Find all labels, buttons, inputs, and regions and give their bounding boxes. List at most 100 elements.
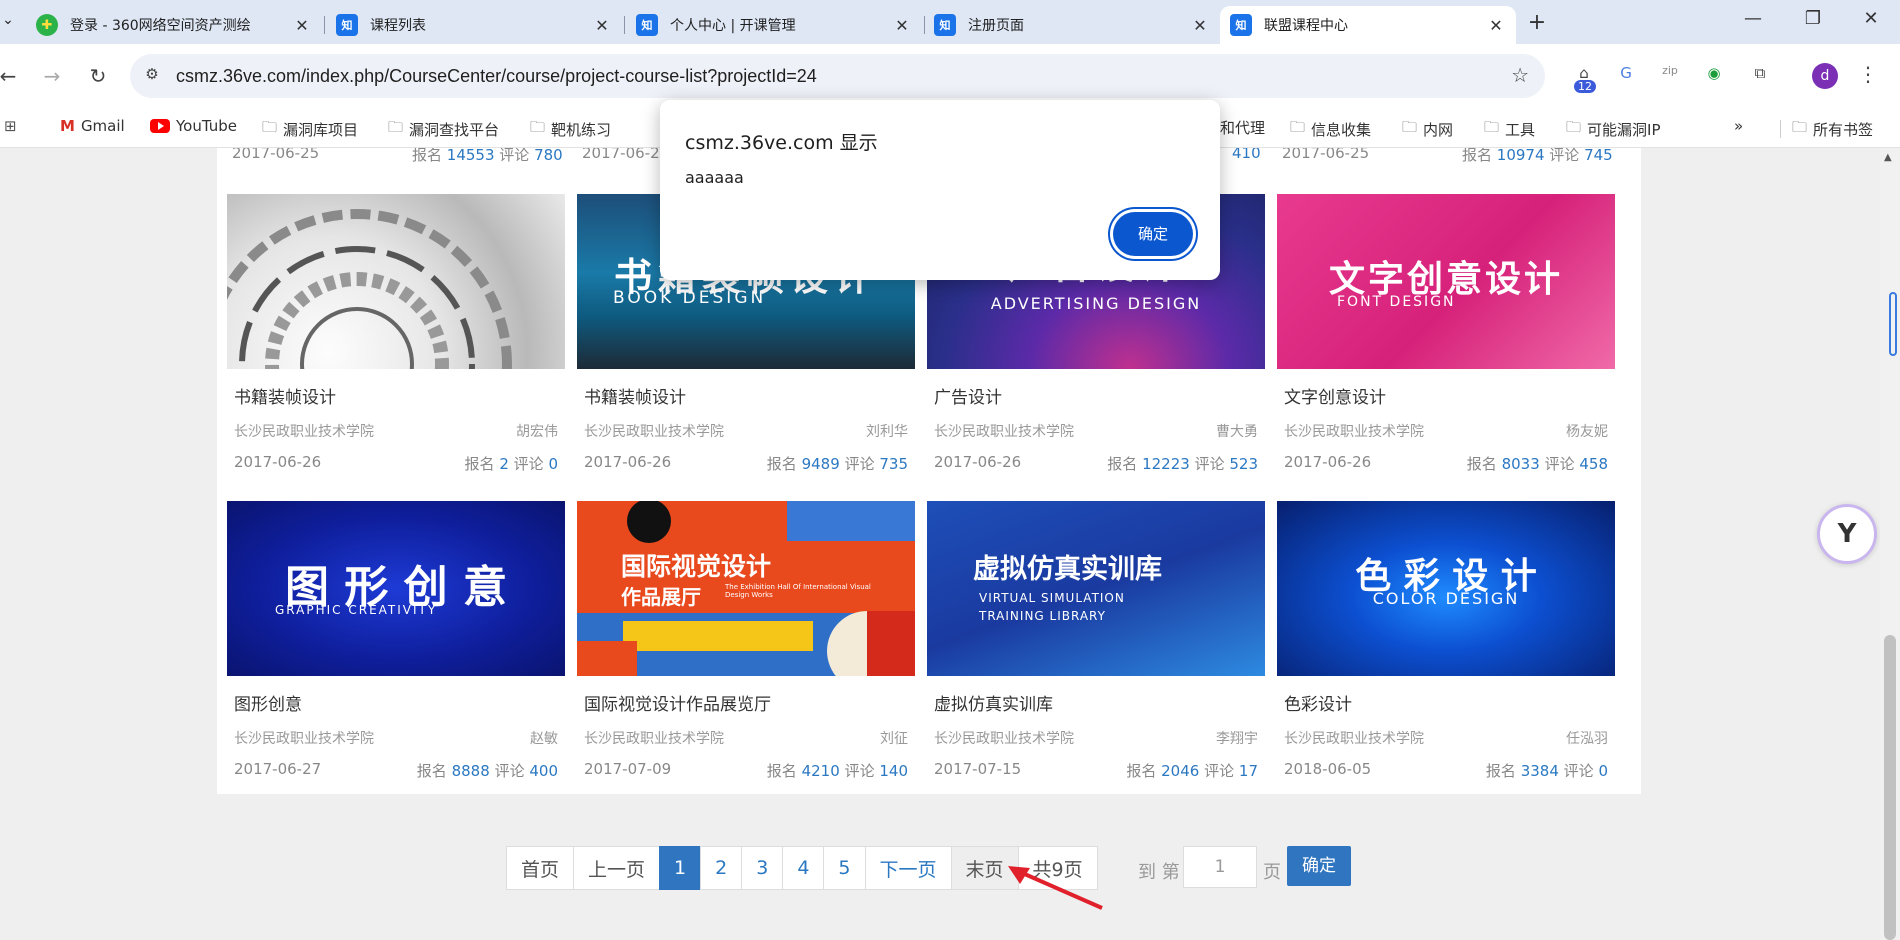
- bookmark-folder[interactable]: 和代理: [1220, 117, 1265, 138]
- course-title[interactable]: 广告设计: [927, 383, 1265, 408]
- scroll-up-icon[interactable]: ▲: [1884, 152, 1892, 163]
- url-text[interactable]: csmz.36ve.com/index.php/CourseCenter/cou…: [176, 66, 817, 87]
- goto-page-input[interactable]: 1: [1183, 846, 1257, 888]
- bookmark-folder[interactable]: 🗀 信息收集: [1290, 117, 1371, 142]
- course-title[interactable]: 色彩设计: [1277, 690, 1615, 715]
- tab-personal-center[interactable]: 知 个人中心 | 开课管理 ✕: [626, 6, 922, 44]
- tab-360[interactable]: ✚ 登录 - 360网络空间资产测绘 ✕: [26, 6, 322, 44]
- back-icon[interactable]: ←: [0, 64, 20, 88]
- course-stats: 报名 12223 评论 523: [1107, 455, 1258, 473]
- banner-subtitle: VIRTUAL SIMULATION: [979, 591, 1125, 605]
- more-bookmarks-icon[interactable]: »: [1734, 117, 1743, 135]
- course-thumbnail[interactable]: [227, 194, 565, 369]
- page-scrollbar[interactable]: ▲: [1880, 148, 1900, 940]
- bookmark-divider: [1780, 120, 1781, 138]
- bookmark-folder[interactable]: 🗀 工具: [1484, 117, 1535, 142]
- close-tab-icon[interactable]: ✕: [892, 16, 912, 35]
- minimize-icon[interactable]: —: [1738, 8, 1768, 29]
- apps-grid-icon[interactable]: ⊞: [4, 117, 23, 135]
- close-tab-icon[interactable]: ✕: [592, 16, 612, 35]
- profile-avatar[interactable]: d: [1812, 63, 1838, 89]
- bookmark-folder[interactable]: 🗀 靶机练习: [530, 117, 611, 142]
- close-tab-icon[interactable]: ✕: [1190, 16, 1210, 35]
- course-thumbnail[interactable]: 国际视觉设计 作品展厅 The Exhibition Hall Of Inter…: [577, 501, 915, 676]
- course-school: 长沙民政职业技术学院: [934, 424, 1074, 440]
- course-card[interactable]: 虚拟仿真实训库 VIRTUAL SIMULATION TRAINING LIBR…: [927, 501, 1265, 781]
- close-window-icon[interactable]: ✕: [1856, 8, 1886, 29]
- alert-ok-button[interactable]: 确定: [1113, 212, 1193, 256]
- bookmark-folder[interactable]: 🗀 漏洞查找平台: [388, 117, 499, 142]
- folder-icon: 🗀: [530, 118, 546, 136]
- bookmark-folder[interactable]: 🗀 内网: [1402, 117, 1453, 142]
- folder-icon: 🗀: [262, 118, 278, 136]
- tab-register[interactable]: 知 注册页面 ✕: [924, 6, 1220, 44]
- course-title[interactable]: 文字创意设计: [1277, 383, 1615, 408]
- first-page-link[interactable]: 首页: [506, 846, 575, 890]
- browser-menu-icon[interactable]: ⋮: [1858, 62, 1878, 86]
- forward-icon[interactable]: →: [40, 64, 64, 88]
- next-page-link[interactable]: 下一页: [864, 846, 952, 890]
- extension-badge: 12: [1574, 80, 1596, 93]
- course-stats: 报名 8033 评论 458: [1466, 455, 1608, 473]
- extensions-puzzle-icon[interactable]: ⧉: [1746, 64, 1774, 90]
- zhi-favicon-icon: 知: [336, 14, 358, 36]
- course-teacher: 杨友妮: [1566, 424, 1608, 440]
- course-stats: 报名 4210 评论 140: [766, 762, 908, 780]
- assistant-float-icon[interactable]: Y: [1817, 504, 1877, 564]
- 360-favicon-icon: ✚: [36, 14, 58, 36]
- tab-search-icon[interactable]: ⌄: [0, 12, 16, 32]
- prev-page-link[interactable]: 上一页: [573, 846, 661, 890]
- tab-alliance-course-center[interactable]: 知 联盟课程中心 ✕: [1220, 6, 1516, 44]
- course-thumbnail[interactable]: 虚拟仿真实训库 VIRTUAL SIMULATION TRAINING LIBR…: [927, 501, 1265, 676]
- git-zip-icon[interactable]: zip: [1656, 64, 1684, 90]
- course-date: 2017-07-09: [584, 760, 672, 778]
- proxy-extension-icon[interactable]: ◉: [1700, 64, 1728, 90]
- scrollbar-thumb[interactable]: [1884, 635, 1896, 940]
- banner-subtitle: COLOR DESIGN: [1372, 589, 1520, 608]
- bookmark-folder[interactable]: 🗀 可能漏洞IP: [1566, 117, 1661, 142]
- course-card[interactable]: 图 形 创 意 GRAPHIC CREATIVITY 图形创意 长沙民政职业技术…: [227, 501, 565, 781]
- bookmark-gmail[interactable]: M Gmail: [60, 117, 125, 135]
- course-teacher: 刘利华: [866, 424, 908, 440]
- all-bookmarks[interactable]: 🗀 所有书签: [1792, 117, 1873, 142]
- page-link-4[interactable]: 4: [782, 846, 825, 890]
- page-link-1[interactable]: 1: [659, 846, 702, 890]
- translate-icon[interactable]: G: [1612, 64, 1640, 90]
- bookmark-youtube[interactable]: YouTube: [150, 117, 237, 135]
- folder-icon: 🗀: [1402, 118, 1418, 136]
- page-link-2[interactable]: 2: [700, 846, 743, 890]
- course-thumbnail[interactable]: 图 形 创 意 GRAPHIC CREATIVITY: [227, 501, 565, 676]
- course-school: 长沙民政职业技术学院: [234, 424, 374, 440]
- course-school: 长沙民政职业技术学院: [234, 731, 374, 747]
- course-title[interactable]: 图形创意: [227, 690, 565, 715]
- course-date: 2017-06-26: [584, 453, 672, 471]
- course-card[interactable]: 国际视觉设计 作品展厅 The Exhibition Hall Of Inter…: [577, 501, 915, 781]
- close-tab-icon[interactable]: ✕: [292, 16, 312, 35]
- course-thumbnail[interactable]: 文字创意设计 FONT DESIGN: [1277, 194, 1615, 369]
- reload-icon[interactable]: ↻: [86, 64, 110, 88]
- course-date: 2017-07-15: [934, 760, 1022, 778]
- course-thumbnail[interactable]: 色 彩 设 计 COLOR DESIGN: [1277, 501, 1615, 676]
- course-title[interactable]: 书籍装帧设计: [227, 383, 565, 408]
- course-card[interactable]: 色 彩 设 计 COLOR DESIGN 色彩设计 长沙民政职业技术学院 任泓羽 …: [1277, 501, 1615, 781]
- course-card[interactable]: 文字创意设计 FONT DESIGN 文字创意设计 长沙民政职业技术学院 杨友妮 …: [1277, 194, 1615, 474]
- tab-course-list[interactable]: 知 课程列表 ✕: [326, 6, 622, 44]
- course-title[interactable]: 国际视觉设计作品展览厅: [577, 690, 915, 715]
- bookmark-star-icon[interactable]: ☆: [1511, 63, 1529, 87]
- scroll-indicator: [1889, 292, 1897, 356]
- bookmark-folder[interactable]: 🗀 漏洞库项目: [262, 117, 358, 142]
- page-link-3[interactable]: 3: [741, 846, 784, 890]
- close-tab-icon[interactable]: ✕: [1486, 16, 1506, 35]
- course-card[interactable]: 书籍装帧设计 长沙民政职业技术学院 胡宏伟 2017-06-26 报名 2 评论 0: [227, 194, 565, 474]
- tab-title: 课程列表: [370, 18, 426, 34]
- page-link-5[interactable]: 5: [823, 846, 866, 890]
- course-date: 2017-06-27: [234, 760, 322, 778]
- site-info-icon[interactable]: ⚙: [140, 65, 164, 87]
- restore-icon[interactable]: ❐: [1798, 8, 1828, 29]
- new-tab-button[interactable]: +: [1525, 10, 1549, 35]
- course-title[interactable]: 虚拟仿真实训库: [927, 690, 1265, 715]
- course-title[interactable]: 书籍装帧设计: [577, 383, 915, 408]
- address-bar[interactable]: ⚙ csmz.36ve.com/index.php/CourseCenter/c…: [130, 54, 1545, 98]
- tab-title: 联盟课程中心: [1264, 18, 1348, 34]
- goto-confirm-button[interactable]: 确定: [1287, 846, 1351, 886]
